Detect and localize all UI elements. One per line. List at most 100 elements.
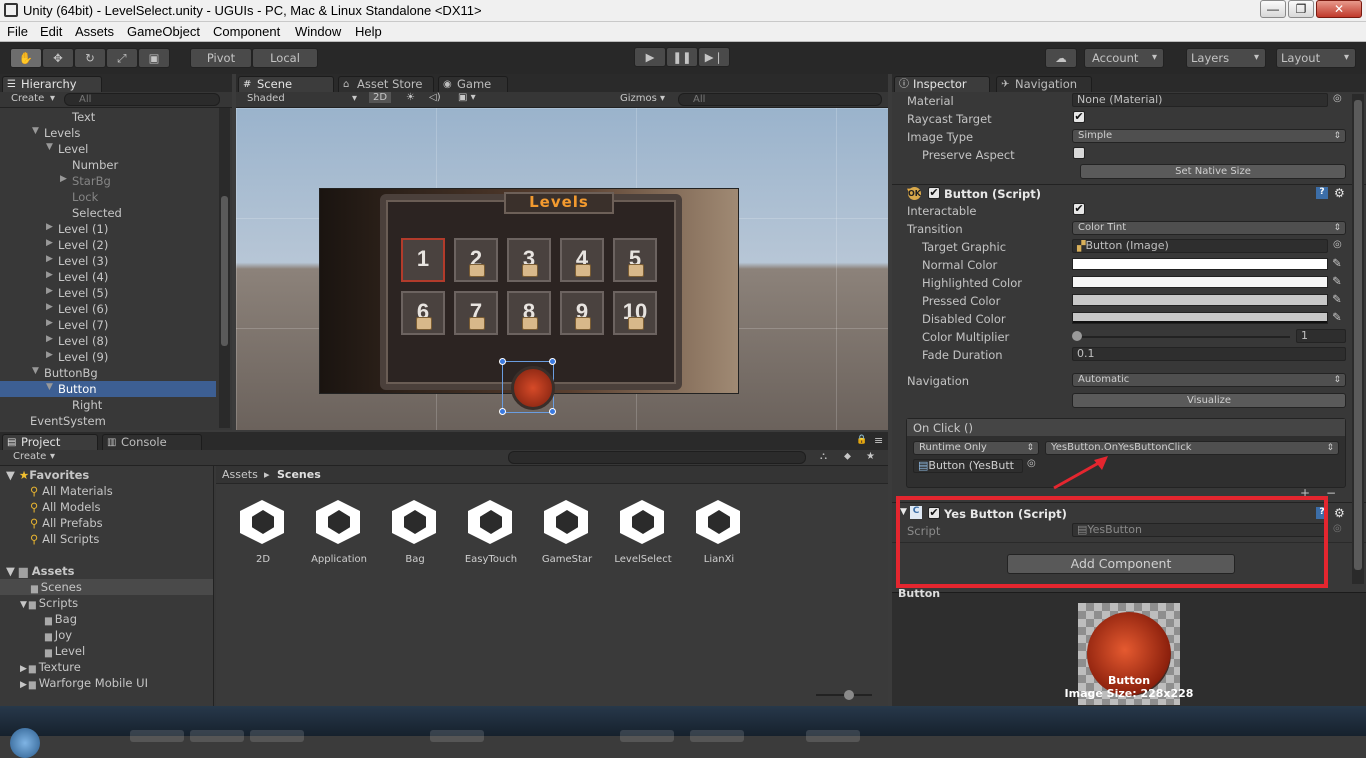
gizmos-dropdown[interactable]: Gizmos <box>620 93 657 104</box>
move-tool-icon[interactable]: ✥ <box>42 48 74 68</box>
object-picker-icon[interactable]: ◎ <box>1333 93 1342 104</box>
layers-dropdown[interactable]: Layers <box>1186 48 1266 68</box>
hierarchy-item[interactable]: Text <box>72 110 95 124</box>
inspector-scroll-thumb[interactable] <box>1354 100 1362 570</box>
2d-toggle[interactable]: 2D <box>369 92 392 103</box>
tree-arrow-icon[interactable]: ▼ <box>20 600 27 610</box>
level-tile[interactable]: 3 <box>507 238 551 282</box>
normal-color-swatch[interactable] <box>1072 258 1328 270</box>
hierarchy-item[interactable]: ▶ StarBg <box>60 174 111 188</box>
hierarchy-item[interactable]: ▼ Level <box>46 142 88 156</box>
rotate-tool-icon[interactable]: ↻ <box>74 48 106 68</box>
taskbar-app[interactable] <box>806 730 860 742</box>
tab-hierarchy[interactable]: ☰ Hierarchy <box>2 76 102 92</box>
favorite-item[interactable]: ⚲ All Models <box>30 500 101 514</box>
onclick-target-field[interactable]: ▤Button (YesButt <box>913 459 1023 473</box>
hierarchy-create[interactable]: Create <box>11 93 44 104</box>
hierarchy-scroll-thumb[interactable] <box>221 196 228 346</box>
scene-asset[interactable]: LianXi <box>684 494 754 565</box>
maximize-button[interactable]: ❐ <box>1288 0 1314 18</box>
multiplier-field[interactable]: 1 <box>1296 329 1346 343</box>
hierarchy-item[interactable]: ▼ ButtonBg <box>32 366 98 380</box>
navigation-dropdown[interactable]: Automatic <box>1072 373 1346 387</box>
level-tile[interactable]: 2 <box>454 238 498 282</box>
inspector-scrollbar[interactable] <box>1352 94 1364 584</box>
rect-handle-br[interactable] <box>549 408 556 415</box>
pivot-toggle[interactable]: Pivot <box>190 48 252 68</box>
tree-arrow-icon[interactable]: ▶ <box>20 664 27 674</box>
raycast-target-checkbox[interactable]: ✔ <box>1073 111 1085 123</box>
pressed-color-swatch[interactable] <box>1072 294 1328 306</box>
tab-console[interactable]: ▥ Console <box>102 434 202 450</box>
eyedropper-icon[interactable]: ✎ <box>1332 292 1342 306</box>
collapse-arrow-icon[interactable]: ▶ <box>46 318 53 328</box>
eyedropper-icon[interactable]: ✎ <box>1332 310 1342 324</box>
collapse-arrow-icon[interactable]: ▶ <box>46 350 53 360</box>
taskbar-app[interactable] <box>620 730 674 742</box>
menu-assets[interactable]: Assets <box>75 24 114 39</box>
hierarchy-search-input[interactable]: All <box>64 93 220 106</box>
tab-scene[interactable]: # Scene <box>238 76 334 92</box>
filter-type-icon[interactable]: ⛬ <box>820 451 827 462</box>
folder-tree-item[interactable]: ▶ ▆ Warforge Mobile UI <box>20 676 148 690</box>
expand-arrow-icon[interactable]: ▼ <box>32 366 39 376</box>
button-enabled-checkbox[interactable]: ✔ <box>928 187 940 199</box>
breadcrumb-current[interactable]: Scenes <box>277 468 321 481</box>
level-tile[interactable]: 7 <box>454 291 498 335</box>
transition-dropdown[interactable]: Color Tint <box>1072 221 1346 235</box>
tab-asset-store[interactable]: ⌂ Asset Store <box>338 76 434 92</box>
favorite-item[interactable]: ⚲ All Prefabs <box>30 516 103 530</box>
visualize-button[interactable]: Visualize <box>1072 393 1346 408</box>
gear-icon[interactable]: ⚙ <box>1334 186 1345 200</box>
hierarchy-item[interactable]: ▶ Level (4) <box>46 270 108 284</box>
disabled-color-swatch[interactable] <box>1072 312 1328 324</box>
hierarchy-item[interactable]: Right <box>72 398 102 412</box>
menu-file[interactable]: File <box>7 24 28 39</box>
hierarchy-item[interactable]: ▶ Level (9) <box>46 350 108 364</box>
level-tile[interactable]: 4 <box>560 238 604 282</box>
scene-search-input[interactable]: All <box>678 93 882 106</box>
multiplier-slider-thumb[interactable] <box>1072 331 1082 341</box>
help-icon[interactable]: ? <box>1316 187 1328 199</box>
eyedropper-icon[interactable]: ✎ <box>1332 256 1342 270</box>
tab-navigation[interactable]: ✈ Navigation <box>996 76 1092 92</box>
level-tile[interactable]: 9 <box>560 291 604 335</box>
cloud-icon[interactable]: ☁ <box>1045 48 1077 68</box>
interactable-checkbox[interactable]: ✔ <box>1073 203 1085 215</box>
pause-button[interactable]: ❚❚ <box>666 47 698 67</box>
hierarchy-item[interactable]: ▶ Level (7) <box>46 318 108 332</box>
panel-menu-icon[interactable]: ≡ <box>874 434 883 447</box>
target-picker-icon[interactable]: ◎ <box>1333 239 1342 250</box>
folder-tree-item[interactable]: ▆ Scenes <box>20 580 82 594</box>
menu-window[interactable]: Window <box>295 24 341 39</box>
level-tile[interactable]: 1 <box>401 238 445 282</box>
runtime-dropdown[interactable]: Runtime Only <box>913 441 1039 455</box>
gear-icon[interactable]: ⚙ <box>1334 506 1345 520</box>
taskbar-app[interactable] <box>690 730 744 742</box>
project-search-input[interactable] <box>508 451 806 464</box>
collapse-arrow-icon[interactable]: ▶ <box>46 270 53 280</box>
minimize-button[interactable]: — <box>1260 0 1286 18</box>
hierarchy-item[interactable]: ▶ Level (2) <box>46 238 108 252</box>
folder-tree-item[interactable]: ▶ ▆ Texture <box>20 660 81 674</box>
account-dropdown[interactable]: Account <box>1084 48 1164 68</box>
fade-duration-field[interactable]: 0.1 <box>1072 347 1346 361</box>
tab-project[interactable]: ▤ Project <box>2 434 98 450</box>
collapse-arrow-icon[interactable]: ▶ <box>46 222 53 232</box>
menu-help[interactable]: Help <box>355 24 382 39</box>
collapse-arrow-icon[interactable]: ▶ <box>46 334 53 344</box>
scale-tool-icon[interactable]: ⤢ <box>106 48 138 68</box>
scene-asset[interactable]: LevelSelect <box>608 494 678 565</box>
folder-tree-item[interactable]: ▆ Bag <box>34 612 77 626</box>
scene-asset[interactable]: EasyTouch <box>456 494 526 565</box>
hierarchy-item[interactable]: ▶ Level (3) <box>46 254 108 268</box>
play-button[interactable]: ▶ <box>634 47 666 67</box>
level-tile[interactable]: 6 <box>401 291 445 335</box>
expand-arrow-icon[interactable]: ▼ <box>46 142 53 152</box>
assets-header[interactable]: ▼ ▆ Assets <box>6 564 74 578</box>
onclick-picker-icon[interactable]: ◎ <box>1027 458 1036 469</box>
level-tile[interactable]: 5 <box>613 238 657 282</box>
taskbar-app[interactable] <box>250 730 304 742</box>
level-tile[interactable]: 10 <box>613 291 657 335</box>
breadcrumb-root[interactable]: Assets <box>222 468 258 481</box>
